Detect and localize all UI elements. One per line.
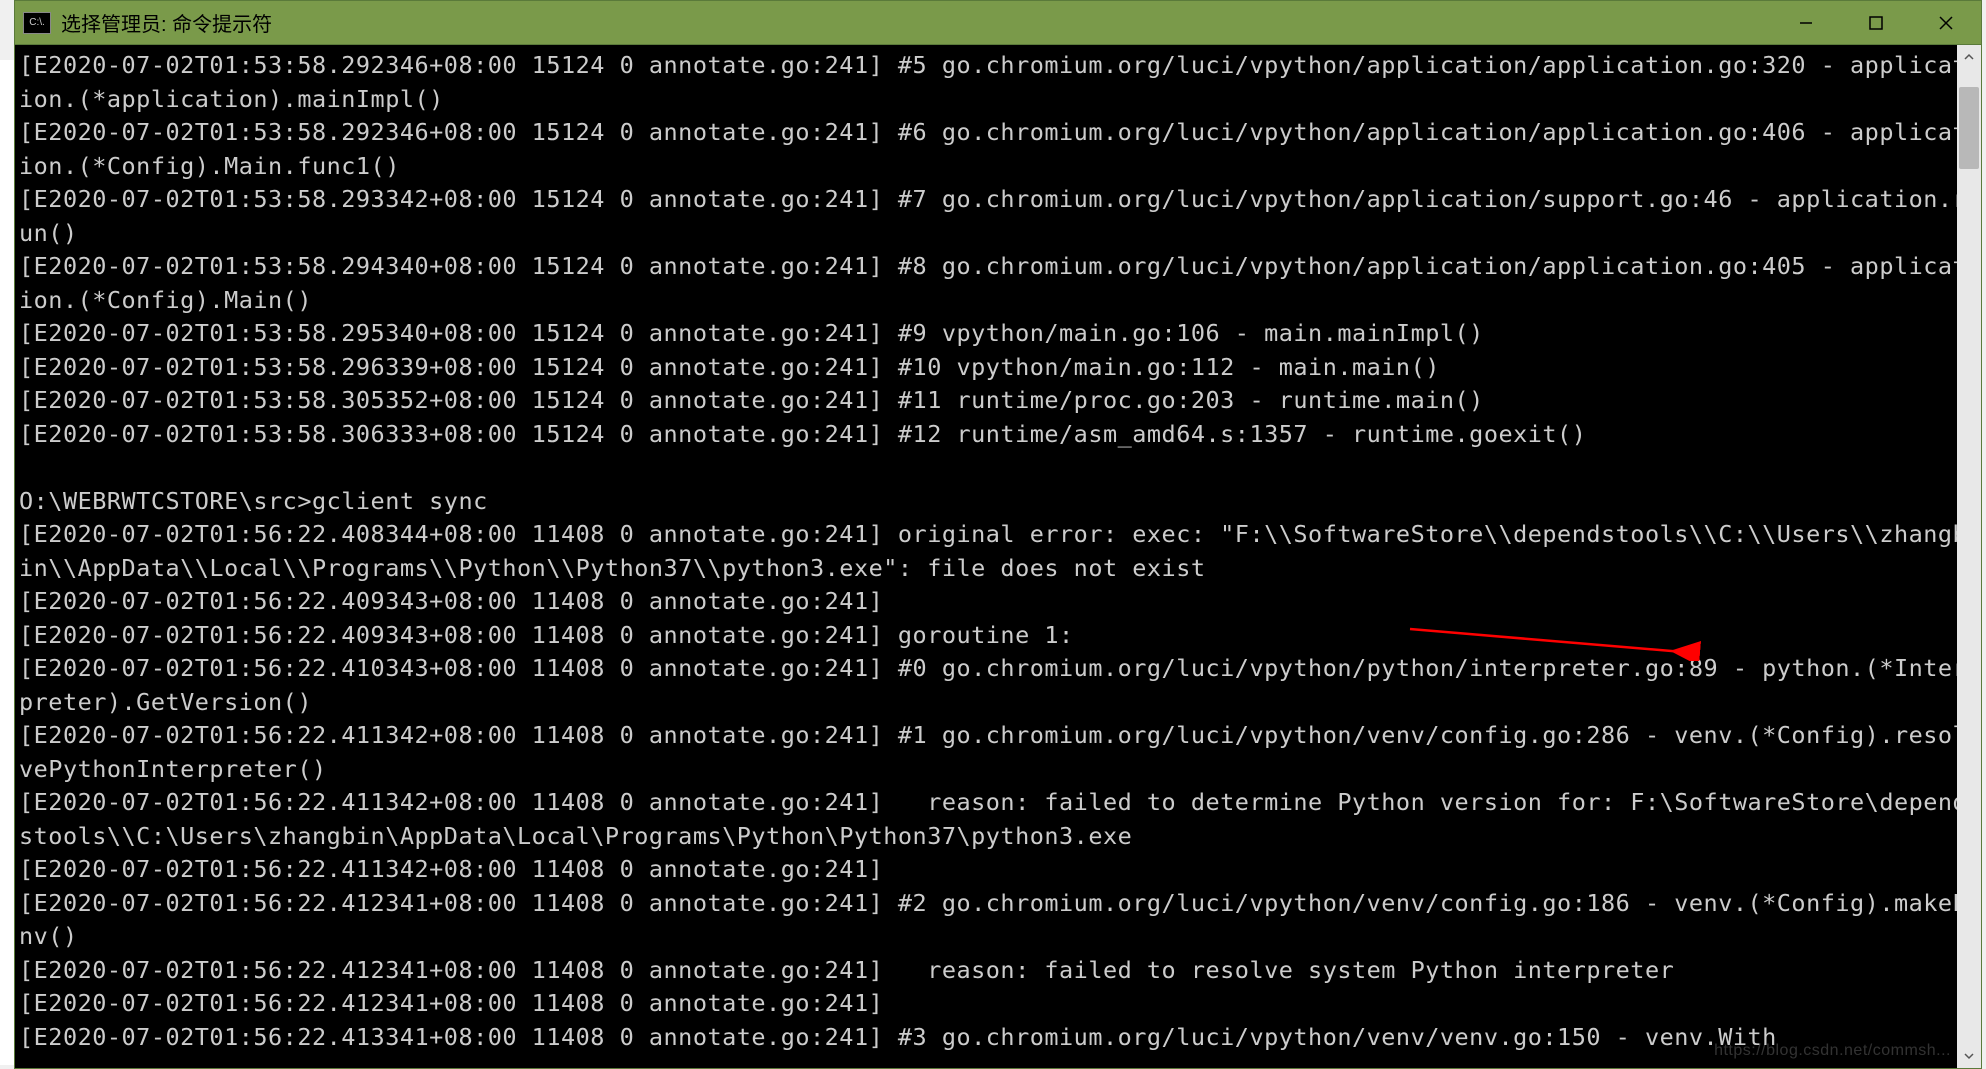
minimize-icon [1798, 15, 1814, 31]
terminal-line: [E2020-07-02T01:56:22.411342+08:00 11408… [19, 855, 883, 883]
terminal-line: [E2020-07-02T01:53:58.292346+08:00 15124… [19, 51, 1967, 113]
window-controls [1771, 1, 1981, 44]
terminal-line: [E2020-07-02T01:53:58.292346+08:00 15124… [19, 118, 1967, 180]
terminal-line: [E2020-07-02T01:56:22.411342+08:00 11408… [19, 721, 1967, 783]
terminal-line: [E2020-07-02T01:56:22.412341+08:00 11408… [19, 889, 1967, 951]
watermark: https://blog.csdn.net/commsh... [1714, 1042, 1951, 1060]
maximize-icon [1868, 15, 1884, 31]
close-button[interactable] [1911, 1, 1981, 44]
terminal-line: [E2020-07-02T01:53:58.293342+08:00 15124… [19, 185, 1967, 247]
terminal-line: [E2020-07-02T01:53:58.305352+08:00 15124… [19, 386, 1484, 414]
terminal-line: [E2020-07-02T01:56:22.413341+08:00 11408… [19, 1023, 1777, 1051]
background-fragment [0, 60, 14, 1065]
maximize-button[interactable] [1841, 1, 1911, 44]
scrollbar-thumb[interactable] [1959, 87, 1979, 169]
terminal-line: [E2020-07-02T01:53:58.296339+08:00 15124… [19, 353, 1440, 381]
terminal-line: [E2020-07-02T01:56:22.408344+08:00 11408… [19, 520, 1967, 582]
scrollbar[interactable] [1957, 45, 1981, 1068]
close-icon [1938, 15, 1954, 31]
terminal-content: [E2020-07-02T01:53:58.292346+08:00 15124… [19, 49, 1981, 1054]
terminal-line: [E2020-07-02T01:53:58.306333+08:00 15124… [19, 420, 1586, 448]
cmd-icon: C:\. [23, 12, 51, 34]
terminal-line: O:\WEBRWTCSTORE\src>gclient sync [19, 487, 488, 515]
terminal-line: [E2020-07-02T01:53:58.294340+08:00 15124… [19, 252, 1967, 314]
scroll-down-button[interactable] [1957, 1044, 1981, 1068]
terminal-line: [E2020-07-02T01:56:22.409343+08:00 11408… [19, 621, 1074, 649]
chevron-up-icon [1963, 51, 1975, 63]
titlebar[interactable]: C:\. 选择管理员: 命令提示符 [15, 1, 1981, 45]
chevron-down-icon [1963, 1050, 1975, 1062]
terminal-output[interactable]: [E2020-07-02T01:53:58.292346+08:00 15124… [15, 45, 1981, 1068]
terminal-window: C:\. 选择管理员: 命令提示符 [E2020-07-02T01:53:58.… [14, 0, 1982, 1069]
scroll-up-button[interactable] [1957, 45, 1981, 69]
terminal-line: [E2020-07-02T01:56:22.410343+08:00 11408… [19, 654, 1967, 716]
terminal-line: [E2020-07-02T01:56:22.411342+08:00 11408… [19, 788, 1967, 850]
terminal-line: [E2020-07-02T01:56:22.409343+08:00 11408… [19, 587, 883, 615]
window-title: 选择管理员: 命令提示符 [61, 8, 272, 37]
terminal-line: [E2020-07-02T01:56:22.412341+08:00 11408… [19, 989, 883, 1017]
terminal-line: [E2020-07-02T01:53:58.295340+08:00 15124… [19, 319, 1484, 347]
minimize-button[interactable] [1771, 1, 1841, 44]
terminal-line: [E2020-07-02T01:56:22.412341+08:00 11408… [19, 956, 1674, 984]
